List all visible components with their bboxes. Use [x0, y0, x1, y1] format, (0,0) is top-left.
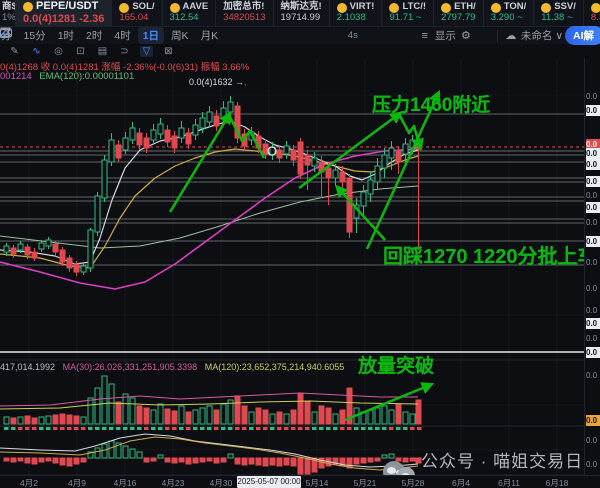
price-axis-label: 0.0	[586, 236, 600, 247]
price-axis-label: 0.0	[586, 333, 600, 344]
price-axis-label: 0.0	[586, 305, 600, 316]
date-label: 6月4	[452, 477, 470, 488]
price-axis[interactable]: 0.00.00.00.00.00.00.00.00.00.00.00.00.00…	[584, 58, 600, 475]
price-axis-label: 0.0	[586, 105, 600, 116]
price-axis-label: 0.0	[586, 283, 600, 294]
price-axis-label: 0.0	[586, 91, 600, 102]
price-axis-label: 0.0	[586, 257, 600, 268]
crosshair-date-label: 2025-05-07 00:00	[237, 476, 301, 488]
price-axis-label: 0.0	[586, 318, 600, 329]
time-axis[interactable]: 4月2 4月9 4月16 4月23 4月30 5月14 5月21 5月28 6月4 6月11 6月1…	[0, 475, 600, 488]
date-label: 4月30	[210, 477, 233, 488]
date-label: 5月28	[402, 477, 425, 488]
date-label: 5月21	[354, 477, 377, 488]
price-axis-label: 0.0	[586, 415, 600, 426]
date-label: 4月16	[114, 477, 137, 488]
date-label: 6月18	[546, 477, 569, 488]
candlestick-chart[interactable]	[0, 0, 600, 488]
price-axis-label: 0.0	[586, 202, 600, 213]
price-axis-label: 0.0	[586, 159, 600, 170]
price-axis-label: 0.0	[586, 190, 600, 201]
date-label: 4月23	[162, 477, 185, 488]
price-axis-label: 0.0	[586, 347, 600, 358]
price-axis-label: 0.0	[586, 370, 600, 381]
price-axis-label: 0.0	[586, 435, 600, 446]
price-axis-label: 0.0	[586, 459, 600, 470]
date-label: 6月11	[498, 477, 520, 488]
price-axis-label: 0.0	[586, 176, 600, 187]
date-label: 4月9	[68, 477, 86, 488]
trading-app-window: 商$1%PEPE/USDT0.0(4)1281 -2.36SOL/165.04A…	[0, 0, 600, 488]
date-label: 4月2	[20, 477, 38, 488]
price-axis-label: 0.0	[586, 217, 600, 228]
price-axis-label: 0.0	[586, 148, 600, 159]
date-label: 5月14	[306, 477, 329, 488]
